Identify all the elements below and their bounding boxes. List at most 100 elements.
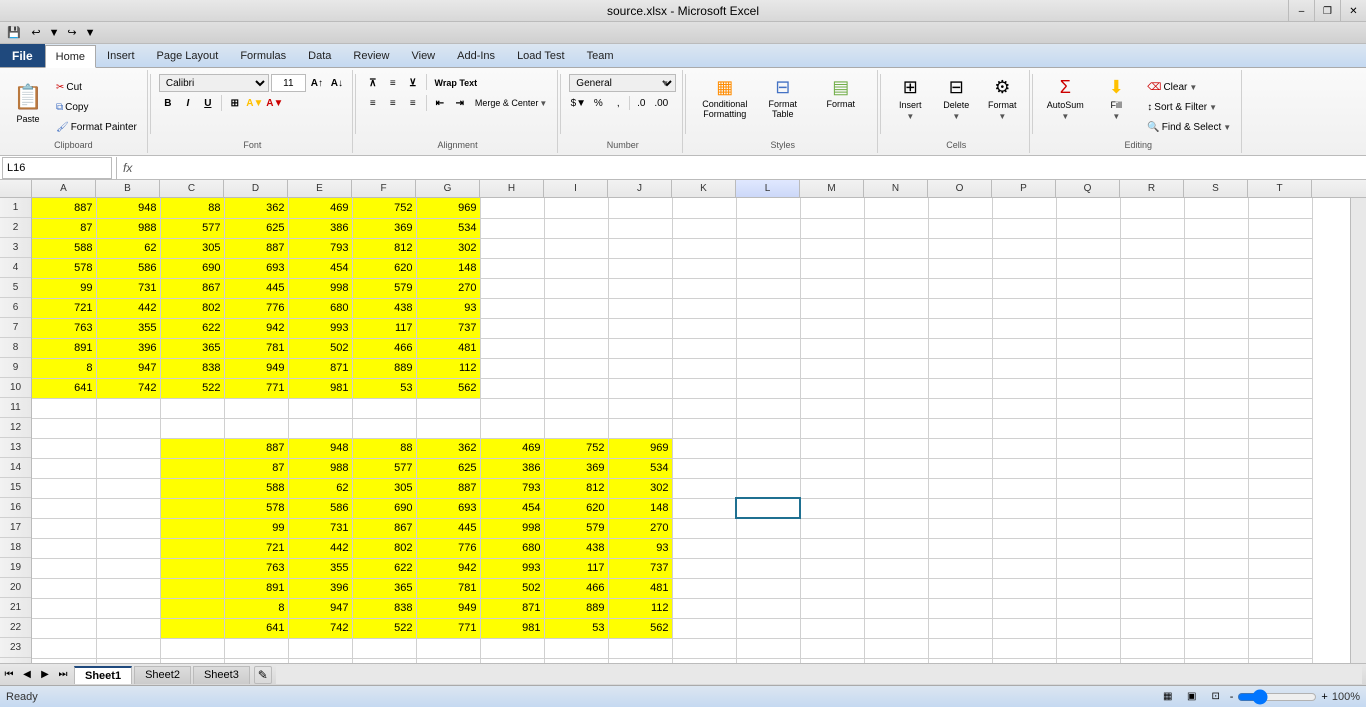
cell[interactable] [480, 418, 544, 438]
cell[interactable] [352, 658, 416, 663]
cell[interactable] [864, 598, 928, 618]
cell[interactable] [736, 638, 800, 658]
cell[interactable] [1056, 438, 1120, 458]
cell[interactable]: 721 [32, 298, 96, 318]
cell[interactable]: 362 [224, 198, 288, 218]
cell[interactable] [672, 218, 736, 238]
cell[interactable] [672, 378, 736, 398]
cell[interactable]: 988 [288, 458, 352, 478]
cell[interactable]: 737 [416, 318, 480, 338]
cell[interactable]: 871 [288, 358, 352, 378]
cell[interactable]: 998 [480, 518, 544, 538]
cell[interactable] [928, 638, 992, 658]
cell[interactable] [1248, 258, 1312, 278]
cell[interactable]: 802 [352, 538, 416, 558]
cell[interactable] [800, 278, 864, 298]
cell[interactable]: 871 [480, 598, 544, 618]
cell[interactable] [928, 558, 992, 578]
cell[interactable] [672, 658, 736, 663]
cell[interactable] [736, 278, 800, 298]
cell[interactable]: 302 [416, 238, 480, 258]
cell[interactable] [96, 458, 160, 478]
col-header-S[interactable]: S [1184, 180, 1248, 197]
cell[interactable]: 620 [544, 498, 608, 518]
cell[interactable]: 117 [544, 558, 608, 578]
cell[interactable] [736, 418, 800, 438]
cell[interactable] [32, 438, 96, 458]
cell[interactable] [1056, 578, 1120, 598]
cell[interactable] [928, 338, 992, 358]
sheet-tab-1[interactable]: Sheet1 [74, 666, 132, 684]
cell[interactable]: 949 [224, 358, 288, 378]
cell[interactable] [1248, 238, 1312, 258]
cell[interactable]: 838 [352, 598, 416, 618]
cell[interactable] [800, 198, 864, 218]
cell[interactable]: 53 [544, 618, 608, 638]
cell[interactable] [992, 278, 1056, 298]
cell[interactable] [928, 238, 992, 258]
cell[interactable]: 438 [352, 298, 416, 318]
cell[interactable] [1120, 518, 1184, 538]
cell[interactable] [800, 338, 864, 358]
cell[interactable]: 112 [416, 358, 480, 378]
decrease-decimal-btn[interactable]: .00 [652, 94, 670, 112]
cell[interactable] [992, 658, 1056, 663]
tab-page-layout[interactable]: Page Layout [146, 44, 230, 67]
cell[interactable] [608, 338, 672, 358]
cell[interactable]: 802 [160, 298, 224, 318]
cell[interactable] [672, 518, 736, 538]
font-increase-btn[interactable]: A↑ [308, 74, 326, 92]
cell[interactable] [672, 538, 736, 558]
cell[interactable]: 8 [224, 598, 288, 618]
cell[interactable] [1248, 518, 1312, 538]
cell[interactable] [928, 418, 992, 438]
cell[interactable] [160, 438, 224, 458]
cell[interactable] [1056, 218, 1120, 238]
cell[interactable] [1056, 538, 1120, 558]
cell[interactable] [1248, 398, 1312, 418]
row-header-23[interactable]: 23 [0, 638, 31, 658]
cell[interactable] [736, 198, 800, 218]
cell[interactable]: 889 [544, 598, 608, 618]
cell[interactable] [1184, 498, 1248, 518]
font-name-select[interactable]: Calibri [159, 74, 269, 92]
cell[interactable] [544, 658, 608, 663]
name-box[interactable]: L16 [2, 157, 112, 179]
cell[interactable] [928, 518, 992, 538]
format-cells-btn[interactable]: ⚙ Format ▼ [981, 74, 1023, 128]
cell[interactable]: 481 [608, 578, 672, 598]
cell[interactable]: 942 [416, 558, 480, 578]
cut-button[interactable]: ✂ Cut [52, 78, 141, 96]
cell[interactable] [736, 598, 800, 618]
cell[interactable] [544, 398, 608, 418]
cell[interactable] [864, 258, 928, 278]
cell[interactable] [672, 338, 736, 358]
font-decrease-btn[interactable]: A↓ [328, 74, 346, 92]
cell[interactable] [1120, 578, 1184, 598]
zoom-plus[interactable]: + [1321, 691, 1327, 703]
cell[interactable] [1184, 638, 1248, 658]
cell[interactable] [800, 238, 864, 258]
cell[interactable]: 981 [480, 618, 544, 638]
cell[interactable]: 355 [96, 318, 160, 338]
autosum-btn[interactable]: Σ AutoSum ▼ [1041, 74, 1089, 128]
cell[interactable] [928, 358, 992, 378]
cell[interactable]: 948 [96, 198, 160, 218]
cell[interactable] [1248, 578, 1312, 598]
cell[interactable] [1120, 378, 1184, 398]
cell[interactable] [800, 538, 864, 558]
cell[interactable] [1120, 638, 1184, 658]
cell[interactable] [1120, 498, 1184, 518]
cell[interactable] [800, 258, 864, 278]
cell[interactable] [160, 398, 224, 418]
row-header-21[interactable]: 21 [0, 598, 31, 618]
cell[interactable] [864, 618, 928, 638]
cell[interactable] [864, 218, 928, 238]
cell[interactable] [1056, 298, 1120, 318]
cell[interactable] [352, 418, 416, 438]
cell[interactable] [32, 558, 96, 578]
cell[interactable] [1120, 478, 1184, 498]
cell[interactable] [864, 398, 928, 418]
cell[interactable] [736, 298, 800, 318]
cell[interactable]: 302 [608, 478, 672, 498]
